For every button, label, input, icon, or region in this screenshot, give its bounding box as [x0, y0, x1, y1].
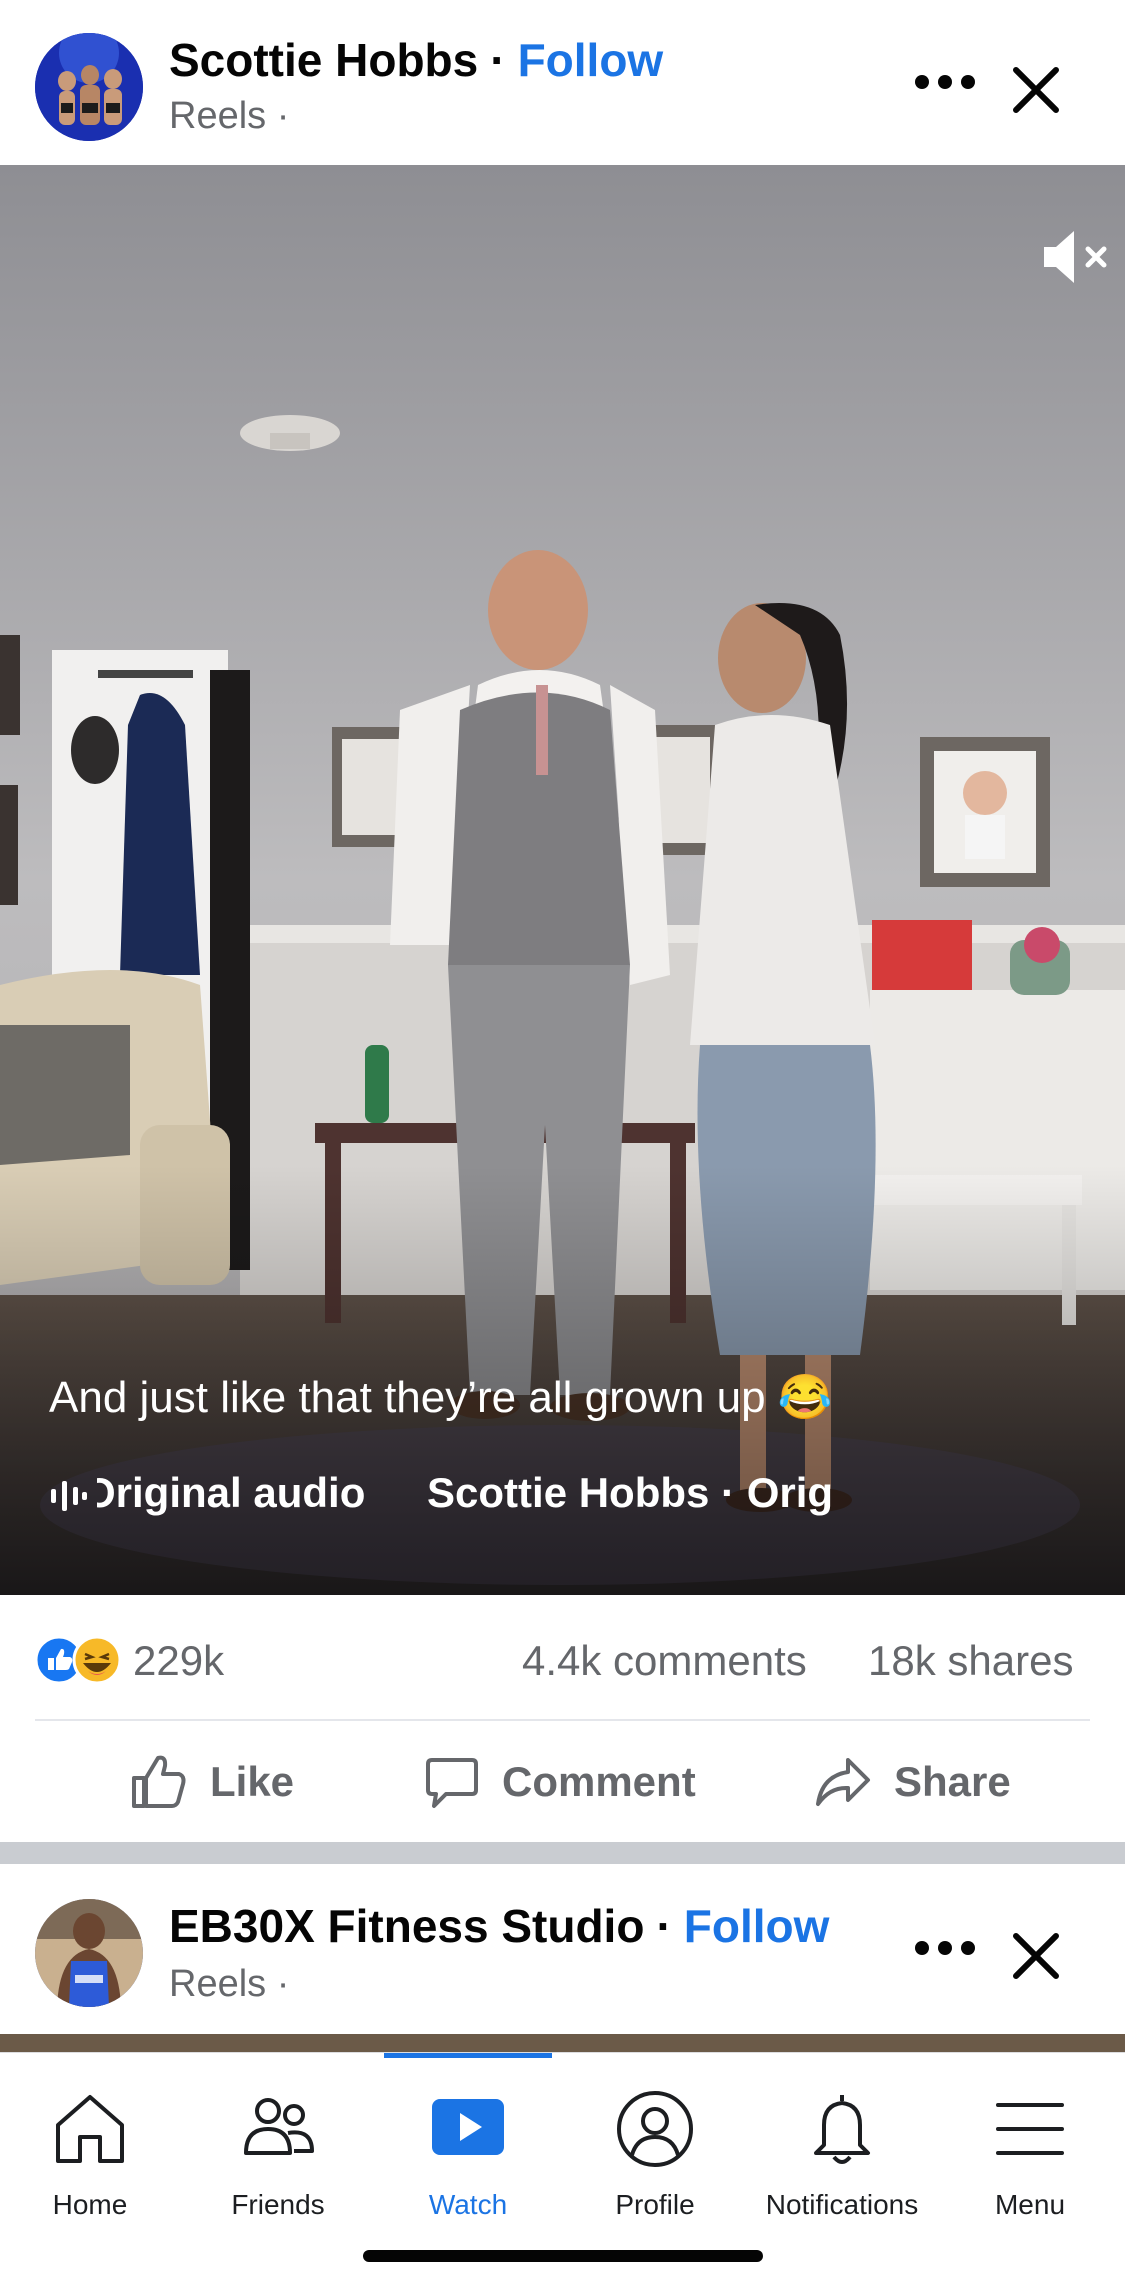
author-line: Scottie Hobbs · Follow [169, 32, 663, 88]
thumbs-up-icon [132, 1755, 186, 1808]
reaction-icons[interactable] [35, 1635, 135, 1685]
friends-icon [244, 2098, 314, 2155]
tab-profile[interactable]: Profile [565, 2079, 745, 2239]
more-options-button[interactable] [912, 62, 978, 102]
tab-label-home: Home [52, 2189, 128, 2220]
post2-close-button[interactable] [1006, 1926, 1066, 1986]
post2-follow-button[interactable]: Follow [684, 1900, 830, 1952]
bell-icon [814, 2095, 870, 2164]
home-icon [56, 2095, 124, 2163]
like-button[interactable]: Like [128, 1750, 294, 1814]
reel-video[interactable]: And just like that they’re all grown up … [0, 165, 1125, 1595]
profile-icon [617, 2091, 693, 2167]
tab-friends[interactable]: Friends [188, 2079, 368, 2239]
feed-separator [0, 1842, 1125, 1864]
share-arrow-icon [816, 1758, 870, 1806]
tab-label-friends: Friends [231, 2189, 325, 2220]
menu-icon [996, 2103, 1064, 2155]
tab-label-notifications: Notifications [765, 2189, 919, 2220]
divider [35, 1719, 1090, 1721]
tab-watch[interactable]: Watch [378, 2079, 558, 2239]
engagement-stats: 229k 4.4k comments 18k shares [0, 1595, 1125, 1720]
post2-author-line: EB30X Fitness Studio · Follow [169, 1898, 829, 1954]
reaction-count[interactable]: 229k [133, 1637, 224, 1685]
close-icon [1013, 67, 1059, 113]
tab-label-watch: Watch [428, 2189, 508, 2220]
home-indicator[interactable] [363, 2250, 763, 2262]
tab-label-menu: Menu [994, 2189, 1066, 2220]
watch-icon [432, 2099, 504, 2155]
speaker-muted-icon [1044, 231, 1107, 283]
tab-menu[interactable]: Menu [940, 2079, 1120, 2239]
post-actions: Like Comment Share [0, 1722, 1125, 1842]
dot-separator: · [490, 34, 506, 86]
comment-button[interactable]: Comment [424, 1750, 696, 1814]
comment-label: Comment [502, 1758, 696, 1805]
close-icon [1013, 1933, 1059, 1979]
follow-button[interactable]: Follow [518, 34, 664, 86]
audio-attribution[interactable]: Original audio Scottie Hobbs · Orig [49, 1465, 1089, 1525]
tab-notifications[interactable]: Notifications [752, 2079, 932, 2239]
reel-caption: And just like that they’re all grown up … [49, 1373, 833, 1422]
post2-author-avatar[interactable] [35, 1899, 143, 2007]
author-avatar[interactable] [35, 33, 143, 141]
shares-count[interactable]: 18k shares [868, 1637, 1073, 1685]
post2-header: EB30X Fitness Studio · Follow Reels · [0, 1864, 1125, 2034]
tab-home[interactable]: Home [0, 2079, 180, 2239]
active-tab-indicator [384, 2053, 552, 2058]
audio-marquee: Original audio Scottie Hobbs · Orig [97, 1469, 917, 1517]
comment-bubble-icon [426, 1758, 478, 1808]
dot-separator: · [656, 1900, 672, 1952]
comments-count[interactable]: 4.4k comments [522, 1637, 807, 1685]
audio-source: Scottie Hobbs · Orig [427, 1469, 834, 1516]
post-header: Scottie Hobbs · Follow Reels · [0, 0, 1125, 165]
author-name[interactable]: Scottie Hobbs [169, 34, 478, 86]
post2-subtitle: Reels · [169, 1963, 290, 2005]
close-button[interactable] [1006, 60, 1066, 120]
tab-label-profile: Profile [615, 2189, 695, 2220]
mute-toggle[interactable] [1036, 217, 1116, 297]
like-label: Like [210, 1758, 295, 1805]
more-icon [915, 75, 975, 89]
post2-author-name[interactable]: EB30X Fitness Studio [169, 1900, 644, 1952]
post-subtitle: Reels · [169, 95, 290, 137]
audio-wave-icon [51, 1481, 87, 1511]
audio-label: Original audio [97, 1469, 366, 1516]
post2-more-options-button[interactable] [912, 1928, 978, 1968]
haha-reaction-icon [72, 1635, 122, 1685]
share-label: Share [894, 1758, 1011, 1805]
more-icon [915, 1941, 975, 1955]
post2-video-preview[interactable] [0, 2034, 1125, 2052]
share-button[interactable]: Share [814, 1750, 1011, 1814]
